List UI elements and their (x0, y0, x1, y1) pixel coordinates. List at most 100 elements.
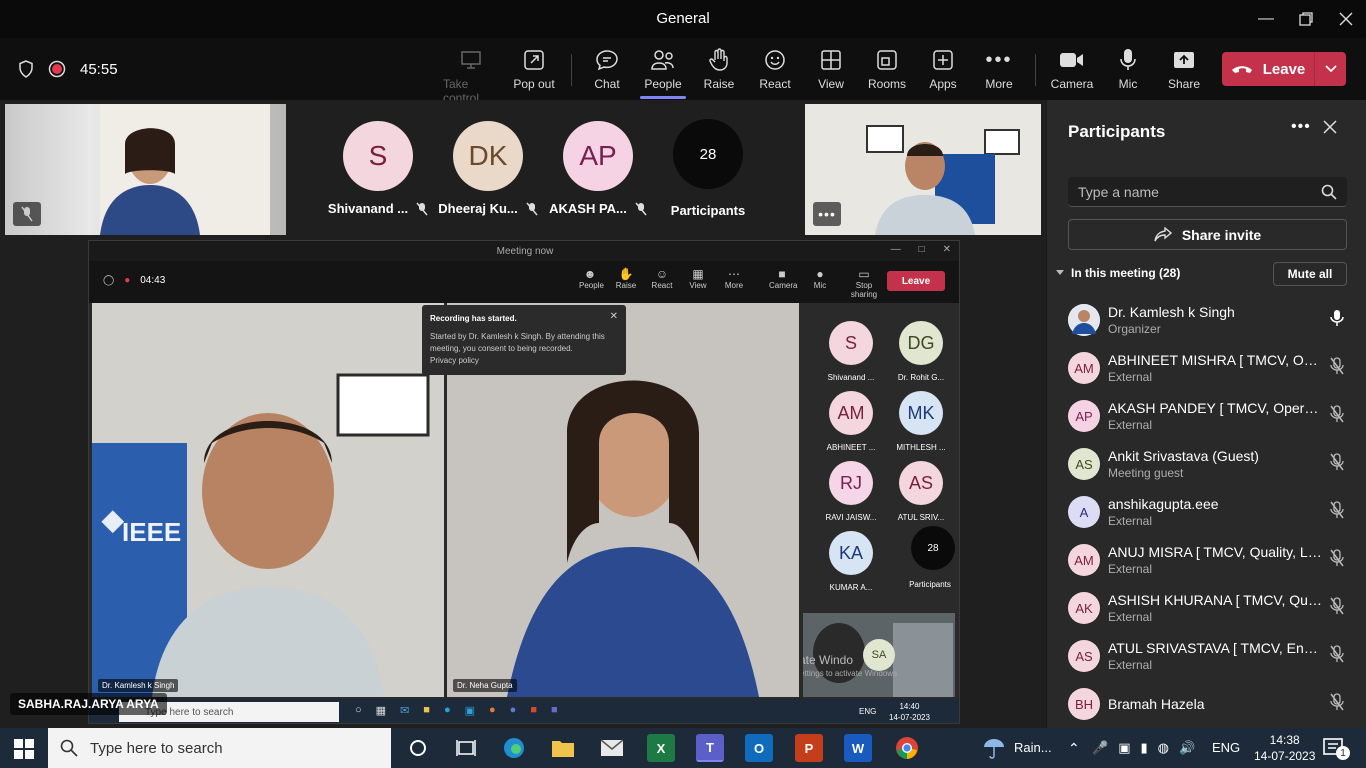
cortana-icon[interactable] (404, 734, 432, 762)
notification-icon[interactable]: 1 (1322, 736, 1350, 765)
outlook-icon[interactable]: O (745, 734, 773, 762)
mic-on-icon[interactable] (1330, 309, 1344, 332)
mic-off-icon[interactable] (1330, 596, 1344, 620)
video-tile-presenter-woman[interactable] (5, 104, 286, 235)
rooms-button[interactable]: Rooms (859, 46, 915, 91)
mail-icon[interactable] (598, 734, 626, 762)
participant-role: External (1108, 514, 1153, 528)
avatar: KA (829, 531, 873, 575)
participant-row[interactable]: AK ASHISH KHURANA [ TMCV, Qual... External (1047, 584, 1366, 632)
microphone-icon[interactable]: 🎤 (1092, 740, 1108, 756)
battery-icon[interactable]: ▮ (1140, 740, 1147, 756)
react-button[interactable]: React (747, 46, 803, 91)
powerpoint-icon[interactable]: P (795, 734, 823, 762)
windows-start-icon[interactable] (14, 739, 34, 764)
participant-role: External (1108, 370, 1153, 384)
teams-icon[interactable]: T (696, 734, 724, 762)
search-icon (60, 739, 78, 757)
mic-button[interactable]: Mic (1100, 46, 1156, 91)
excel-icon[interactable]: X (647, 734, 675, 762)
system-tray-icons: 🎤 ▣ ▮ ◍ 🔊 (1092, 740, 1195, 756)
close-panel-icon[interactable] (1323, 120, 1337, 139)
weather-rain-icon[interactable] (982, 737, 1006, 764)
share-button[interactable]: Share (1156, 46, 1212, 91)
participant-name: ANUJ MISRA [ TMCV, Quality, Lu... (1108, 544, 1323, 560)
shared-screen: Meeting now — □ ✕ ◯ ● 04:43 ☻ People ✋ Raise… (88, 240, 960, 724)
participant-row[interactable]: AS Ankit Srivastava (Guest) Meeting guest (1047, 440, 1366, 488)
input-language[interactable]: ENG (1212, 740, 1240, 755)
edge-browser-icon[interactable] (500, 734, 528, 762)
share-icon (1154, 226, 1172, 241)
file-explorer-icon[interactable] (549, 734, 577, 762)
mic-icon (1120, 49, 1136, 70)
pop-out-button[interactable]: Pop out (506, 46, 562, 91)
raise-hand-button[interactable]: Raise (691, 46, 747, 91)
chevron-up-icon[interactable]: ⌃ (1068, 740, 1080, 757)
leave-options-chevron-icon[interactable] (1314, 52, 1346, 86)
shared-toolbar: ◯ ● 04:43 ☻ People ✋ Raise ☺ React ▦ View ⋯ M… (89, 261, 959, 303)
activate-windows-subtext: Go to Settings to activate Windows (803, 669, 898, 678)
activate-windows-text: Activate Windo (803, 653, 854, 667)
task-view-icon[interactable] (452, 734, 480, 762)
mic-off-icon[interactable] (1330, 404, 1344, 428)
apps-plus-icon (933, 50, 953, 70)
window-title: General (656, 10, 710, 27)
tile-more-options-icon[interactable]: ••• (813, 202, 841, 226)
participant-tile[interactable]: S Shivanand ... (328, 121, 428, 216)
video-tile-organizer[interactable]: ••• (805, 104, 1041, 235)
clock[interactable]: 14:38 14-07-2023 (1254, 732, 1315, 764)
participants-overflow-tile[interactable]: 28 Participants (658, 119, 758, 218)
volume-icon[interactable]: 🔊 (1179, 740, 1195, 756)
mic-off-icon[interactable] (1330, 692, 1344, 716)
view-button[interactable]: View (803, 46, 859, 91)
participant-row[interactable]: BH Bramah Hazela (1047, 680, 1366, 728)
participant-tile[interactable]: DK Dheeraj Ku... (438, 121, 538, 216)
participant-row[interactable]: Dr. Kamlesh k Singh Organizer (1047, 296, 1366, 344)
participants-label: Participants (670, 203, 746, 218)
restore-icon[interactable] (1294, 8, 1318, 30)
panel-more-icon[interactable]: ••• (1291, 118, 1311, 136)
camera-button[interactable]: Camera (1044, 46, 1100, 91)
leave-button[interactable]: Leave (1222, 52, 1346, 86)
network-icon[interactable]: ◍ (1158, 740, 1169, 756)
in-meeting-header[interactable]: In this meeting (28) (1055, 266, 1180, 280)
mic-off-icon[interactable] (1330, 548, 1344, 572)
people-button[interactable]: People (635, 46, 691, 99)
mic-off-icon[interactable] (1330, 452, 1344, 476)
mic-off-icon[interactable] (1330, 356, 1344, 380)
avatar: DG (899, 321, 943, 365)
shared-window-controls: — □ ✕ (890, 244, 951, 255)
participant-name: AKASH PANDEY [ TMCV, Operati... (1108, 400, 1323, 416)
participant-name: RAVI JAISW... (825, 513, 877, 522)
avatar: RJ (829, 461, 873, 505)
close-icon[interactable] (1334, 8, 1358, 30)
mute-all-button[interactable]: Mute all (1273, 262, 1347, 286)
participant-row[interactable]: AP AKASH PANDEY [ TMCV, Operati... Externa… (1047, 392, 1366, 440)
chevron-down-icon (1056, 270, 1064, 275)
chrome-icon[interactable] (893, 734, 921, 762)
share-invite-button[interactable]: Share invite (1068, 219, 1347, 250)
participant-search-input[interactable]: Type a name (1068, 177, 1347, 207)
participant-tile[interactable]: AP AKASH PA... (548, 121, 648, 216)
minimize-icon[interactable]: — (1254, 8, 1278, 30)
word-icon[interactable]: W (844, 734, 872, 762)
participant-role: Organizer (1108, 322, 1161, 336)
chat-button[interactable]: Chat (579, 46, 635, 91)
participant-name: AKASH PA... (549, 201, 627, 216)
avatar (1068, 304, 1100, 336)
weather-text[interactable]: Rain... (1014, 740, 1052, 755)
camera-status-icon[interactable]: ▣ (1118, 740, 1130, 756)
participant-row[interactable]: AM ANUJ MISRA [ TMCV, Quality, Lu... Exter… (1047, 536, 1366, 584)
apps-button[interactable]: Apps (915, 46, 971, 91)
windows-taskbar: Type here to search X T O P W Rain... ⌃ … (0, 728, 1366, 768)
shared-taskbar: Type here to search ○ ▦ ✉ ■ ● ▣ ● ● ■ ■ ENG 14:40… (89, 699, 959, 723)
taskbar-search-input[interactable]: Type here to search (48, 728, 391, 768)
participant-row[interactable]: AM ABHINEET MISHRA [ TMCV, Ope... External (1047, 344, 1366, 392)
mic-off-icon[interactable] (1330, 500, 1344, 524)
more-button[interactable]: ••• More (971, 46, 1027, 92)
participant-row[interactable]: Aanshikagupta.eee External (1047, 488, 1366, 536)
participant-row[interactable]: AS ATUL SRIVASTAVA [ TMCV, Engin... Extern… (1047, 632, 1366, 680)
pop-out-icon (524, 50, 544, 70)
mic-off-icon[interactable] (1330, 644, 1344, 668)
take-control-button[interactable]: Take control (443, 46, 499, 105)
